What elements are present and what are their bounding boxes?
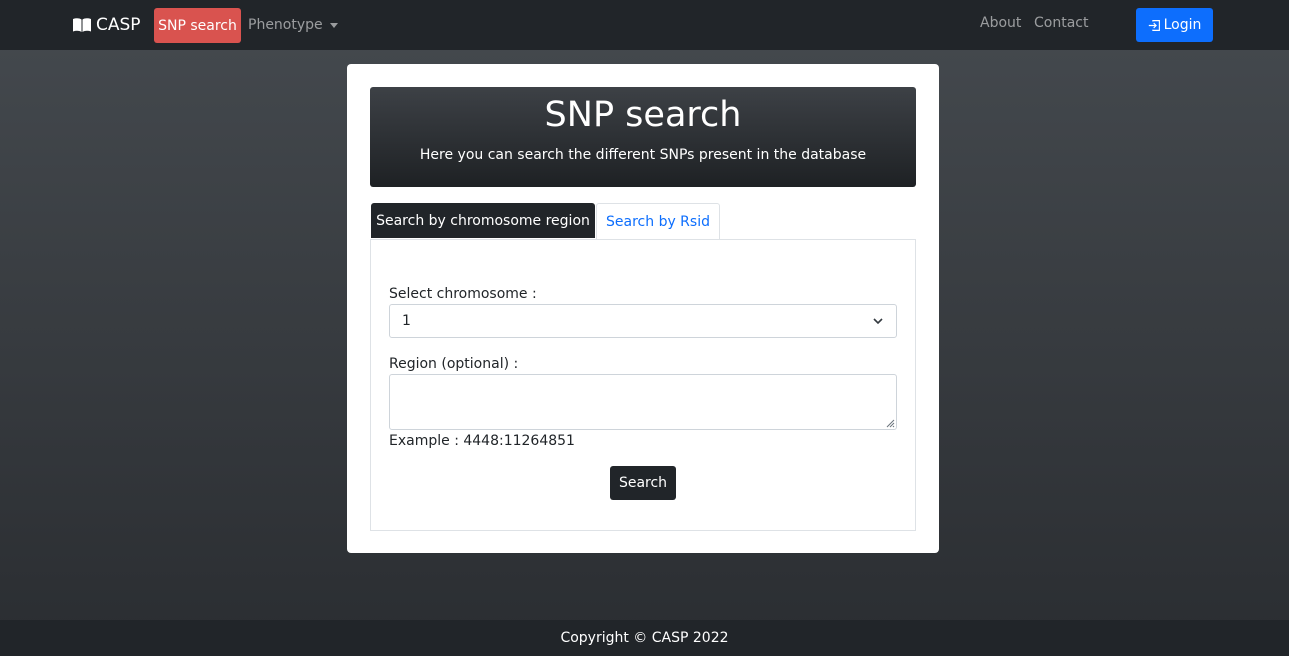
- login-label: Login: [1163, 17, 1202, 33]
- nav-phenotype-dropdown[interactable]: Phenotype: [248, 15, 338, 35]
- footer: Copyright © CASP 2022: [0, 620, 1289, 656]
- brand-label: CASP: [96, 15, 141, 35]
- page-title: SNP search: [544, 95, 742, 135]
- tab-chromosome-region[interactable]: Search by chromosome region: [371, 203, 595, 238]
- caret-down-icon: [329, 23, 338, 28]
- search-button[interactable]: Search: [610, 466, 676, 500]
- chromosome-label: Select chromosome :: [389, 286, 537, 302]
- search-card: SNP search Here you can search the diffe…: [347, 64, 939, 553]
- top-navbar: CASP SNP search Phenotype About Contact …: [0, 0, 1289, 50]
- chromosome-select[interactable]: 1: [389, 304, 897, 338]
- brand-link[interactable]: CASP: [73, 14, 141, 36]
- login-button[interactable]: Login: [1136, 8, 1213, 42]
- nav-contact[interactable]: Contact: [1034, 15, 1088, 31]
- region-label: Region (optional) :: [389, 356, 519, 372]
- tab-rsid[interactable]: Search by Rsid: [596, 203, 720, 239]
- tab-panel: Select chromosome : 1 Region (optional) …: [370, 239, 916, 531]
- chromosome-select-value: 1: [402, 313, 411, 329]
- chevron-down-icon: [873, 318, 883, 325]
- region-input[interactable]: [389, 374, 897, 430]
- hero-banner: SNP search Here you can search the diffe…: [370, 87, 916, 187]
- login-icon: [1148, 19, 1160, 31]
- resize-grip-icon[interactable]: [886, 419, 895, 428]
- nav-phenotype-label: Phenotype: [248, 17, 323, 33]
- page-subtitle: Here you can search the different SNPs p…: [419, 147, 867, 163]
- book-icon: [73, 18, 91, 32]
- copyright-text: Copyright © CASP 2022: [560, 630, 729, 646]
- nav-about[interactable]: About: [980, 15, 1021, 31]
- nav-snp-search[interactable]: SNP search: [154, 8, 241, 43]
- region-example: Example : 4448:11264851: [389, 433, 575, 449]
